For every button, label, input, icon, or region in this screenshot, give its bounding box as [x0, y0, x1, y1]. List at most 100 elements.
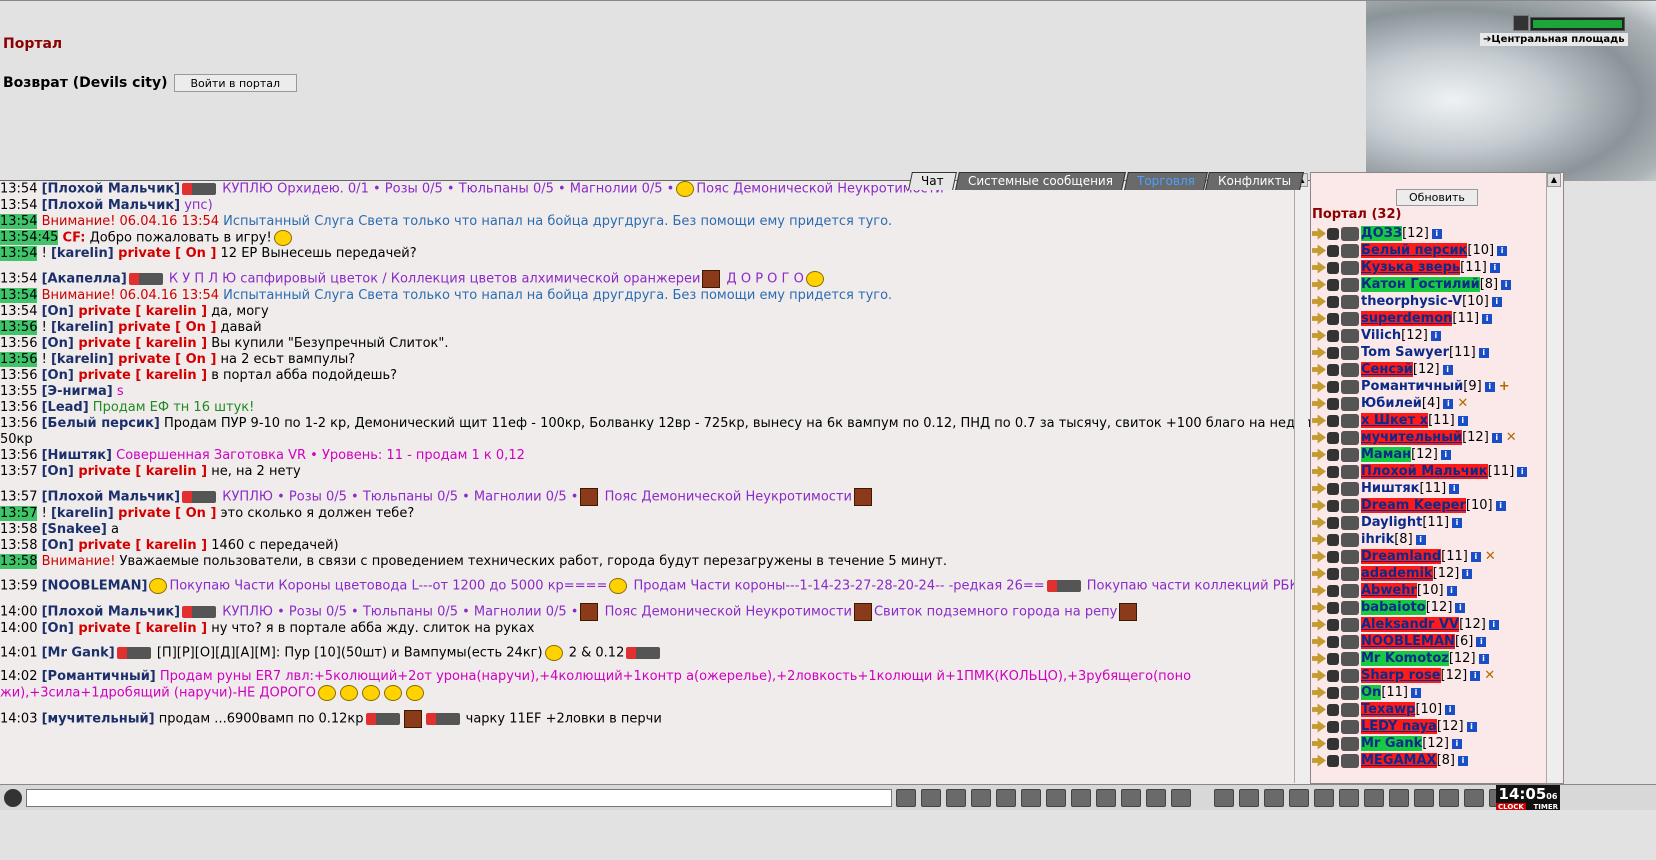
refresh-button[interactable]: Обновить: [1396, 189, 1478, 206]
message-time[interactable]: 13:56: [0, 416, 37, 431]
user-name[interactable]: Mr Gank: [1361, 736, 1423, 751]
guild-icon[interactable]: [1327, 618, 1339, 631]
guild-icon[interactable]: [1327, 397, 1339, 410]
message-time[interactable]: 13:58: [0, 522, 37, 537]
message-time[interactable]: 13:57: [0, 506, 38, 521]
private-message-icon[interactable]: [1312, 635, 1326, 648]
private-message-icon[interactable]: [1312, 363, 1326, 376]
chat-scrollbar[interactable]: ▲: [1294, 173, 1308, 783]
guild-icon[interactable]: [1327, 669, 1339, 682]
private-message-icon[interactable]: [1312, 448, 1326, 461]
guild-icon[interactable]: [1327, 550, 1339, 563]
toolbar-button-icon[interactable]: [896, 789, 916, 807]
info-icon[interactable]: i: [1470, 551, 1481, 562]
toolbar-button-icon[interactable]: [1439, 789, 1459, 807]
private-message-icon[interactable]: [1312, 584, 1326, 597]
guild-icon[interactable]: [1327, 227, 1339, 240]
user-name[interactable]: Сенсэй: [1361, 362, 1413, 377]
user-name[interactable]: Dreamland: [1361, 549, 1442, 564]
message-author[interactable]: [On]: [42, 304, 74, 319]
message-author[interactable]: [Mr Gank]: [42, 645, 115, 660]
info-icon[interactable]: i: [1497, 245, 1508, 256]
user-name[interactable]: superdemon: [1361, 311, 1453, 326]
user-name[interactable]: ihrik: [1361, 532, 1394, 547]
user-name[interactable]: babaioto: [1361, 600, 1426, 615]
user-name[interactable]: adademik: [1361, 566, 1433, 581]
message-time[interactable]: 14:00: [0, 621, 37, 636]
info-icon[interactable]: i: [1440, 449, 1451, 460]
message-author[interactable]: [Плохой Мальчик]: [42, 490, 180, 505]
user-name[interactable]: Романтичный: [1361, 379, 1463, 394]
guild-icon[interactable]: [1327, 465, 1339, 478]
message-time[interactable]: 13:54: [0, 246, 38, 261]
private-message-icon[interactable]: [1312, 533, 1326, 546]
message-time[interactable]: 13:56: [0, 448, 37, 463]
toolbar-button-icon[interactable]: [1314, 789, 1334, 807]
guild-icon[interactable]: [1327, 601, 1339, 614]
guild-icon[interactable]: [1327, 346, 1339, 359]
message-time[interactable]: 14:00: [0, 604, 37, 619]
tab-1[interactable]: Системные сообщения: [954, 172, 1126, 190]
user-name[interactable]: Dream Keeper: [1361, 498, 1466, 513]
info-icon[interactable]: i: [1411, 687, 1421, 698]
message-time[interactable]: 13:58: [0, 554, 38, 569]
user-name[interactable]: Юбилей: [1361, 396, 1422, 411]
message-time[interactable]: 14:03: [0, 711, 37, 726]
info-icon[interactable]: i: [1445, 704, 1456, 715]
tab-0[interactable]: Чат: [908, 172, 957, 190]
guild-icon[interactable]: [1327, 329, 1339, 342]
user-name[interactable]: NOOBLEMAN: [1361, 634, 1455, 649]
user-name[interactable]: Mr Komotoz: [1361, 651, 1449, 666]
info-icon[interactable]: i: [1470, 670, 1481, 681]
info-icon[interactable]: i: [1449, 483, 1460, 494]
message-time[interactable]: 13:56: [0, 352, 38, 367]
message-author[interactable]: [Плохой Мальчик]: [42, 198, 180, 213]
guild-icon[interactable]: [1327, 244, 1339, 257]
private-message-icon[interactable]: [1312, 652, 1326, 665]
message-author[interactable]: [Акапелла]: [42, 272, 127, 287]
private-message-icon[interactable]: [1312, 244, 1326, 257]
guild-icon[interactable]: [1327, 516, 1339, 529]
user-name[interactable]: theorphysic-V: [1361, 294, 1462, 309]
private-message-icon[interactable]: [1312, 414, 1326, 427]
info-icon[interactable]: i: [1517, 466, 1528, 477]
message-time[interactable]: 13:54: [0, 182, 37, 197]
smile-icon[interactable]: [4, 789, 22, 807]
toolbar-button-icon[interactable]: [1021, 789, 1041, 807]
private-message-icon[interactable]: [1312, 686, 1326, 699]
guild-icon[interactable]: [1327, 499, 1339, 512]
guild-icon[interactable]: [1327, 414, 1339, 427]
info-icon[interactable]: i: [1491, 296, 1502, 307]
toolbar-button-icon[interactable]: [1414, 789, 1434, 807]
toolbar-button-icon[interactable]: [1121, 789, 1141, 807]
user-name[interactable]: Daylight: [1361, 515, 1422, 530]
chat-input[interactable]: [26, 789, 892, 807]
info-icon[interactable]: i: [1478, 347, 1489, 358]
private-message-icon[interactable]: [1312, 346, 1326, 359]
guild-icon[interactable]: [1327, 482, 1339, 495]
guild-icon[interactable]: [1327, 363, 1339, 376]
private-message-icon[interactable]: [1312, 312, 1326, 325]
message-author[interactable]: [Белый персик]: [42, 416, 160, 431]
toolbar-button-icon[interactable]: [1289, 789, 1309, 807]
toolbar-button-icon[interactable]: [1171, 789, 1191, 807]
guild-icon[interactable]: [1327, 754, 1339, 767]
message-author[interactable]: [karelin]: [51, 320, 114, 335]
info-icon[interactable]: i: [1488, 619, 1499, 630]
user-name[interactable]: Vilich: [1361, 328, 1401, 343]
message-time[interactable]: 13:54:45: [0, 230, 59, 245]
message-author[interactable]: [Романтичный]: [42, 669, 156, 684]
message-time[interactable]: 13:57: [0, 490, 37, 505]
private-message-icon[interactable]: [1312, 618, 1326, 631]
guild-icon[interactable]: [1327, 448, 1339, 461]
toolbar-button-icon[interactable]: [1364, 789, 1384, 807]
private-message-icon[interactable]: [1312, 261, 1326, 274]
private-message-icon[interactable]: [1312, 329, 1326, 342]
info-icon[interactable]: i: [1431, 228, 1442, 239]
message-author[interactable]: [On]: [42, 538, 74, 553]
toolbar-button-icon[interactable]: [921, 789, 941, 807]
guild-icon[interactable]: [1327, 431, 1339, 444]
info-icon[interactable]: i: [1489, 262, 1500, 273]
info-icon[interactable]: i: [1495, 500, 1506, 511]
scroll-up-icon[interactable]: ▲: [1547, 173, 1561, 187]
